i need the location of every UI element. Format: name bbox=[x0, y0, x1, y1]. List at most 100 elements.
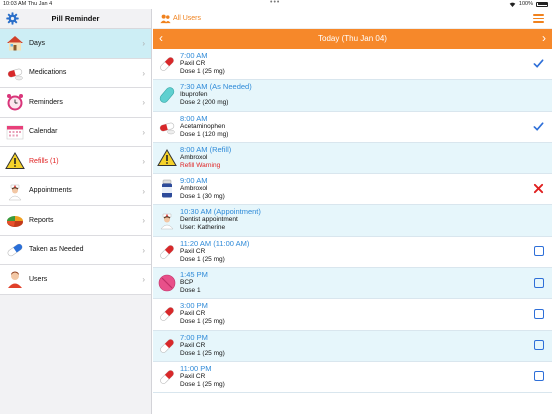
sidebar-item-label: Days bbox=[29, 39, 45, 47]
schedule-row-text: 1:45 PM BCP Dose 1 bbox=[180, 270, 208, 295]
cross-icon bbox=[533, 183, 544, 194]
schedule-dose: Dose 1 (120 mg) bbox=[180, 130, 229, 138]
schedule-dose: Dose 1 (25 mg) bbox=[180, 318, 225, 326]
checkmark-icon bbox=[533, 58, 544, 69]
schedule-row-text: 7:00 AM Paxil CR Dose 1 (25 mg) bbox=[180, 51, 225, 76]
schedule-row-text: 3:00 PM Paxil CR Dose 1 (25 mg) bbox=[180, 301, 225, 326]
sidebar-item-users[interactable]: Users › bbox=[0, 265, 151, 295]
user-icon bbox=[4, 269, 25, 290]
schedule-row-text: 8:00 AM (Refill) Ambroxol Refill Warning bbox=[180, 145, 231, 170]
sidebar-item-refills[interactable]: Refills (1) › bbox=[0, 147, 151, 177]
schedule-time: 7:00 AM bbox=[180, 51, 208, 60]
schedule-row[interactable]: 10:30 AM (Appointment) Dentist appointmen… bbox=[153, 205, 552, 237]
schedule-med-name: BCP bbox=[180, 279, 194, 287]
checkbox[interactable] bbox=[533, 246, 544, 257]
red-white-capsule-icon bbox=[157, 367, 177, 387]
schedule-row[interactable]: 11:00 PM Paxil CR Dose 1 (25 mg) bbox=[153, 361, 552, 394]
chevron-right-icon[interactable]: › bbox=[542, 31, 546, 45]
schedule-row-text: 11:20 AM (11:00 AM) Paxil CR Dose 1 (25 mg… bbox=[180, 239, 249, 264]
warning-icon bbox=[4, 151, 25, 172]
schedule-row[interactable]: 9:00 AM Ambroxol Dose 1 (30 mg) bbox=[153, 174, 552, 206]
checkbox[interactable] bbox=[533, 371, 544, 382]
chevron-right-icon: › bbox=[142, 68, 145, 78]
sidebar-item-label: Refills (1) bbox=[29, 157, 59, 165]
sidebar-item-label: Reports bbox=[29, 216, 54, 224]
sidebar-item-days[interactable]: Days › bbox=[0, 29, 151, 59]
schedule-dose: Refill Warning bbox=[180, 161, 221, 169]
schedule-med-name: Ambroxol bbox=[180, 185, 208, 193]
schedule-row-text: 7:00 PM Paxil CR Dose 1 (25 mg) bbox=[180, 333, 225, 358]
schedule-med-name: Ibuprofen bbox=[180, 91, 208, 99]
status-bar: 10:03 AM Thu Jan 4 ••• 100% bbox=[0, 0, 552, 9]
checkbox[interactable] bbox=[533, 277, 544, 288]
schedule-row[interactable]: 7:30 AM (As Needed) Ibuprofen Dose 2 (200 … bbox=[153, 80, 552, 112]
schedule-row[interactable]: 1:45 PM BCP Dose 1 bbox=[153, 268, 552, 300]
schedule-dose: Dose 2 (200 mg) bbox=[180, 99, 229, 107]
schedule-dose: Dose 1 bbox=[180, 287, 201, 295]
schedule-row[interactable]: 11:20 AM (11:00 AM) Paxil CR Dose 1 (25 mg… bbox=[153, 236, 552, 269]
nurse-icon bbox=[4, 180, 25, 201]
schedule-time: 8:00 AM (Refill) bbox=[180, 144, 232, 154]
schedule-list: 7:00 AM Paxil CR Dose 1 (25 mg) 7:30 AM (As… bbox=[153, 49, 552, 414]
checkbox[interactable] bbox=[533, 340, 544, 351]
schedule-med-name: Paxil CR bbox=[180, 60, 206, 67]
chevron-right-icon: › bbox=[142, 39, 145, 48]
schedule-time: 10:30 AM (Appointment) bbox=[180, 207, 261, 217]
chevron-right-icon: › bbox=[142, 157, 145, 166]
schedule-time: 9:00 AM bbox=[180, 176, 208, 186]
chevron-right-icon: › bbox=[142, 186, 145, 196]
checkbox[interactable] bbox=[533, 308, 544, 319]
sidebar-header: Pill Reminder bbox=[0, 9, 151, 29]
menu-icon[interactable] bbox=[533, 14, 544, 23]
all-users-button[interactable]: All Users bbox=[160, 13, 201, 24]
schedule-row[interactable]: 8:00 AM (Refill) Ambroxol Refill Warning bbox=[153, 142, 552, 175]
status-right: 100% bbox=[509, 1, 548, 7]
date-bar: ‹ Today (Thu Jan 04) › bbox=[153, 29, 552, 49]
schedule-dose: Dose 1 (25 mg) bbox=[180, 255, 225, 263]
sidebar-item-label: Appointments bbox=[29, 187, 72, 195]
sidebar-item-taken-as-needed[interactable]: Taken as Needed › bbox=[0, 235, 151, 265]
pink-tablet-icon bbox=[157, 273, 177, 293]
sidebar-item-appointments[interactable]: Appointments › bbox=[0, 176, 151, 206]
status-time: 10:03 AM Thu Jan 4 bbox=[3, 1, 53, 7]
sidebar-item-medications[interactable]: Medications › bbox=[0, 58, 151, 88]
sidebar-item-label: Users bbox=[29, 275, 48, 283]
chevron-right-icon: › bbox=[142, 127, 145, 137]
schedule-med-name: Paxil CR bbox=[180, 310, 206, 318]
sidebar-item-reminders[interactable]: Reminders › bbox=[0, 88, 151, 118]
sidebar: Pill Reminder Days › Medications › Remin… bbox=[0, 9, 152, 414]
schedule-time: 7:30 AM (As Needed) bbox=[180, 82, 252, 92]
sidebar-item-reports[interactable]: Reports › bbox=[0, 206, 151, 236]
multitask-dots[interactable]: ••• bbox=[270, 0, 280, 6]
schedule-row[interactable]: 7:00 AM Paxil CR Dose 1 (25 mg) bbox=[153, 49, 552, 81]
schedule-row-text: 7:30 AM (As Needed) Ibuprofen Dose 2 (200 … bbox=[180, 82, 252, 107]
schedule-med-name: Paxil CR bbox=[180, 341, 206, 349]
sidebar-item-label: Medications bbox=[29, 69, 67, 77]
sidebar-item-calendar[interactable]: Calendar › bbox=[0, 117, 151, 147]
chevron-right-icon: › bbox=[142, 245, 145, 255]
schedule-dose: Dose 1 (25 mg) bbox=[180, 68, 225, 75]
red-white-capsule-icon bbox=[157, 304, 177, 324]
schedule-med-name: Ambroxol bbox=[180, 153, 208, 161]
blue-pill-icon bbox=[4, 239, 25, 260]
red-white-capsule-icon bbox=[157, 336, 177, 356]
all-users-label: All Users bbox=[173, 15, 202, 22]
schedule-med-name: Paxil CR bbox=[180, 247, 206, 255]
schedule-row[interactable]: 8:00 AM Acetaminophen Dose 1 (120 mg) bbox=[153, 111, 552, 143]
red-white-capsule-icon bbox=[157, 54, 177, 74]
schedule-row-text: 11:00 PM Paxil CR Dose 1 (25 mg) bbox=[180, 364, 225, 389]
nurse-icon bbox=[157, 210, 177, 230]
date-title: Today (Thu Jan 04) bbox=[318, 34, 387, 43]
red-white-capsule-icon bbox=[157, 242, 177, 262]
schedule-time: 8:00 AM bbox=[180, 113, 208, 123]
sidebar-title: Pill Reminder bbox=[51, 14, 100, 23]
chevron-right-icon: › bbox=[142, 98, 145, 107]
schedule-row[interactable]: 7:00 PM Paxil CR Dose 1 (25 mg) bbox=[153, 330, 552, 362]
alarm-clock-icon bbox=[4, 92, 25, 113]
sidebar-item-label: Taken as Needed bbox=[29, 246, 84, 254]
top-bar: All Users bbox=[153, 9, 552, 29]
bottle-icon bbox=[157, 179, 177, 199]
wifi-icon bbox=[509, 2, 516, 7]
schedule-row[interactable]: 3:00 PM Paxil CR Dose 1 (25 mg) bbox=[153, 299, 552, 331]
schedule-time: 11:00 PM bbox=[180, 363, 212, 373]
